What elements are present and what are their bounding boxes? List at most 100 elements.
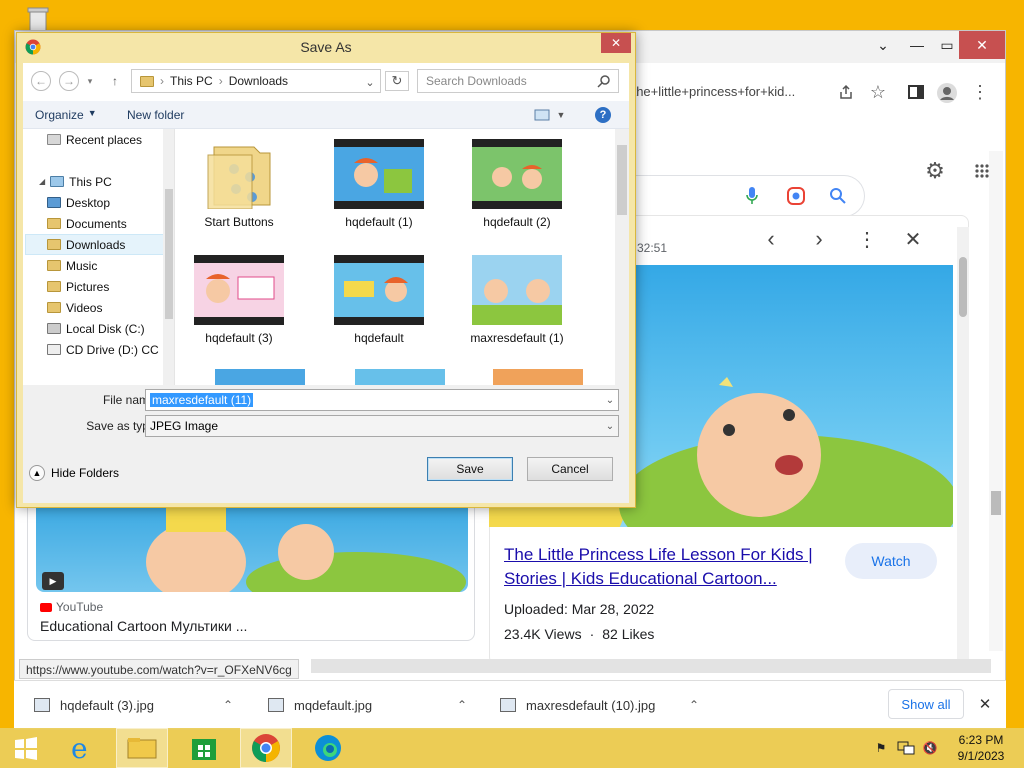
image-file-icon	[500, 698, 516, 712]
result-title-link[interactable]: The Little Princess Life Lesson For Kids…	[504, 543, 834, 591]
omnibox[interactable]: =the+little+princess+for+kid...	[625, 77, 945, 107]
search-icon[interactable]	[597, 74, 613, 90]
profile-avatar[interactable]	[935, 81, 959, 105]
show-all-button[interactable]: Show all	[888, 689, 964, 719]
help-icon[interactable]: ?	[595, 107, 611, 123]
microphone-icon[interactable]	[741, 185, 763, 207]
lens-icon[interactable]	[785, 185, 807, 207]
videos-icon	[47, 302, 61, 313]
network-icon[interactable]	[896, 738, 916, 758]
recent-dropdown-icon[interactable]: ▾	[85, 73, 95, 89]
tree-label: Pictures	[66, 279, 110, 294]
chevron-right-icon[interactable]: ›	[807, 225, 831, 253]
breadcrumb-downloads[interactable]: Downloads	[229, 74, 288, 88]
left-video-thumbnail[interactable]	[36, 502, 468, 592]
chrome-icon[interactable]	[240, 728, 292, 768]
address-bar[interactable]: › This PC › Downloads	[131, 69, 381, 93]
breadcrumb-this-pc[interactable]: This PC	[170, 74, 213, 88]
tree-item-cd-drive[interactable]: CD Drive (D:) CC	[47, 339, 174, 360]
left-result-card[interactable]: ▶ YouTube Educational Cartoon Мультики .…	[27, 501, 475, 641]
download-item[interactable]: maxresdefault (10).jpg	[500, 681, 655, 729]
more-menu-icon[interactable]: ⋮	[971, 81, 989, 103]
date: 9/1/2023	[957, 749, 1005, 763]
file-tile[interactable]: hqdefault (3)	[179, 245, 299, 357]
taskbar-clock[interactable]: 6:23 PM 9/1/2023	[946, 732, 1016, 764]
watch-button[interactable]: Watch	[845, 543, 937, 579]
file-tile[interactable]: Start Buttons	[179, 129, 299, 241]
search-downloads-input[interactable]: Search Downloads	[417, 69, 619, 93]
tree-item-this-pc[interactable]: ◢ This PC	[39, 171, 174, 192]
file-explorer-icon[interactable]	[116, 728, 168, 768]
close-button[interactable]: ✕	[959, 31, 1005, 59]
save-options-area: File name: maxresdefault (11) ⌄ Save as …	[23, 385, 629, 503]
forward-arrow-icon[interactable]: →	[59, 71, 79, 91]
panel-close-icon[interactable]: ✕	[901, 225, 925, 253]
back-arrow-icon[interactable]: ←	[31, 71, 51, 91]
internet-explorer-icon[interactable]: e	[56, 728, 108, 768]
tree-item-videos[interactable]: Videos	[47, 297, 174, 318]
chevron-up-icon[interactable]: ⌃	[452, 695, 472, 715]
refresh-icon[interactable]: ↻	[385, 71, 409, 91]
chevron-left-icon[interactable]: ‹	[759, 225, 783, 253]
file-tile[interactable]: hqdefault (2)	[457, 129, 577, 241]
tree-item-music[interactable]: Music	[47, 255, 174, 276]
volume-muted-icon[interactable]: 🔇	[920, 738, 940, 758]
start-button[interactable]	[0, 728, 52, 768]
tree-item-desktop[interactable]: Desktop	[47, 192, 174, 213]
dialog-close-button[interactable]: ✕	[601, 33, 631, 53]
dialog-toolbar: Organize ▼ New folder ▼ ?	[23, 101, 629, 129]
save-type-dropdown-icon[interactable]: ⌄	[603, 419, 617, 433]
tree-item-documents[interactable]: Documents	[47, 213, 174, 234]
left-result-title[interactable]: Educational Cartoon Мультики ...	[40, 618, 247, 634]
upload-date: Uploaded: Mar 28, 2022	[504, 601, 655, 617]
file-tile[interactable]: maxresdefault (1)	[457, 245, 577, 357]
files-scrollbar[interactable]	[615, 129, 629, 385]
save-button[interactable]: Save	[427, 457, 513, 481]
panel-scrollbar[interactable]	[957, 227, 969, 665]
play-icon[interactable]: ▶	[42, 572, 64, 590]
file-name-dropdown-icon[interactable]: ⌄	[603, 393, 617, 407]
settings-gear-icon[interactable]: ⚙	[921, 157, 949, 185]
store-icon[interactable]	[178, 728, 230, 768]
view-options-icon[interactable]	[533, 106, 551, 124]
hide-folders-toggle[interactable]: ▲ Hide Folders	[29, 465, 119, 481]
address-dropdown-icon[interactable]: ⌄	[363, 73, 377, 91]
tree-item-downloads[interactable]: Downloads	[25, 234, 174, 255]
view-dropdown-icon[interactable]: ▼	[555, 107, 567, 123]
organize-button[interactable]: Organize ▼	[35, 108, 97, 122]
chevron-up-circle-icon: ▲	[29, 465, 45, 481]
edge-icon[interactable]	[302, 728, 354, 768]
file-grid: Start Buttons hqdefault (1) hqdefault (2…	[175, 129, 615, 385]
image-thumbnail	[472, 139, 562, 209]
tree-item-recent-places[interactable]: Recent places	[47, 129, 174, 150]
search-icon[interactable]	[827, 185, 849, 207]
horizontal-scrollbar[interactable]	[311, 659, 991, 673]
star-icon[interactable]: ☆	[867, 81, 889, 103]
file-tile[interactable]: hqdefault	[319, 245, 439, 357]
share-icon[interactable]	[835, 81, 857, 103]
chevron-up-icon[interactable]: ⌃	[684, 695, 704, 715]
close-downloads-icon[interactable]: ✕	[974, 693, 996, 715]
separator-dot: ·	[589, 626, 595, 642]
download-item[interactable]: mqdefault.jpg	[268, 681, 372, 729]
pictures-icon	[47, 281, 61, 292]
download-item[interactable]: hqdefault (3).jpg	[34, 681, 154, 729]
up-arrow-icon[interactable]: ↑	[105, 71, 125, 91]
flag-icon[interactable]: ⚑	[872, 738, 890, 758]
cancel-button[interactable]: Cancel	[527, 457, 613, 481]
file-tile[interactable]: hqdefault (1)	[319, 129, 439, 241]
side-panel-icon[interactable]	[905, 81, 927, 103]
panel-more-icon[interactable]: ⋮	[855, 225, 879, 253]
expand-arrow-icon[interactable]: ◢	[39, 177, 45, 186]
page-scrollbar[interactable]	[989, 151, 1003, 651]
computer-icon	[50, 176, 65, 187]
file-name: Start Buttons	[204, 215, 274, 229]
new-folder-button[interactable]: New folder	[127, 108, 184, 122]
tree-item-pictures[interactable]: Pictures	[47, 276, 174, 297]
tree-scrollbar[interactable]	[163, 129, 174, 385]
tree-item-local-disk[interactable]: Local Disk (C:)	[47, 318, 174, 339]
file-name-input[interactable]: maxresdefault (11)	[145, 389, 619, 411]
file-name: maxresdefault (1)	[470, 331, 564, 345]
save-type-select[interactable]: JPEG Image	[145, 415, 619, 437]
chevron-up-icon[interactable]: ⌃	[218, 695, 238, 715]
